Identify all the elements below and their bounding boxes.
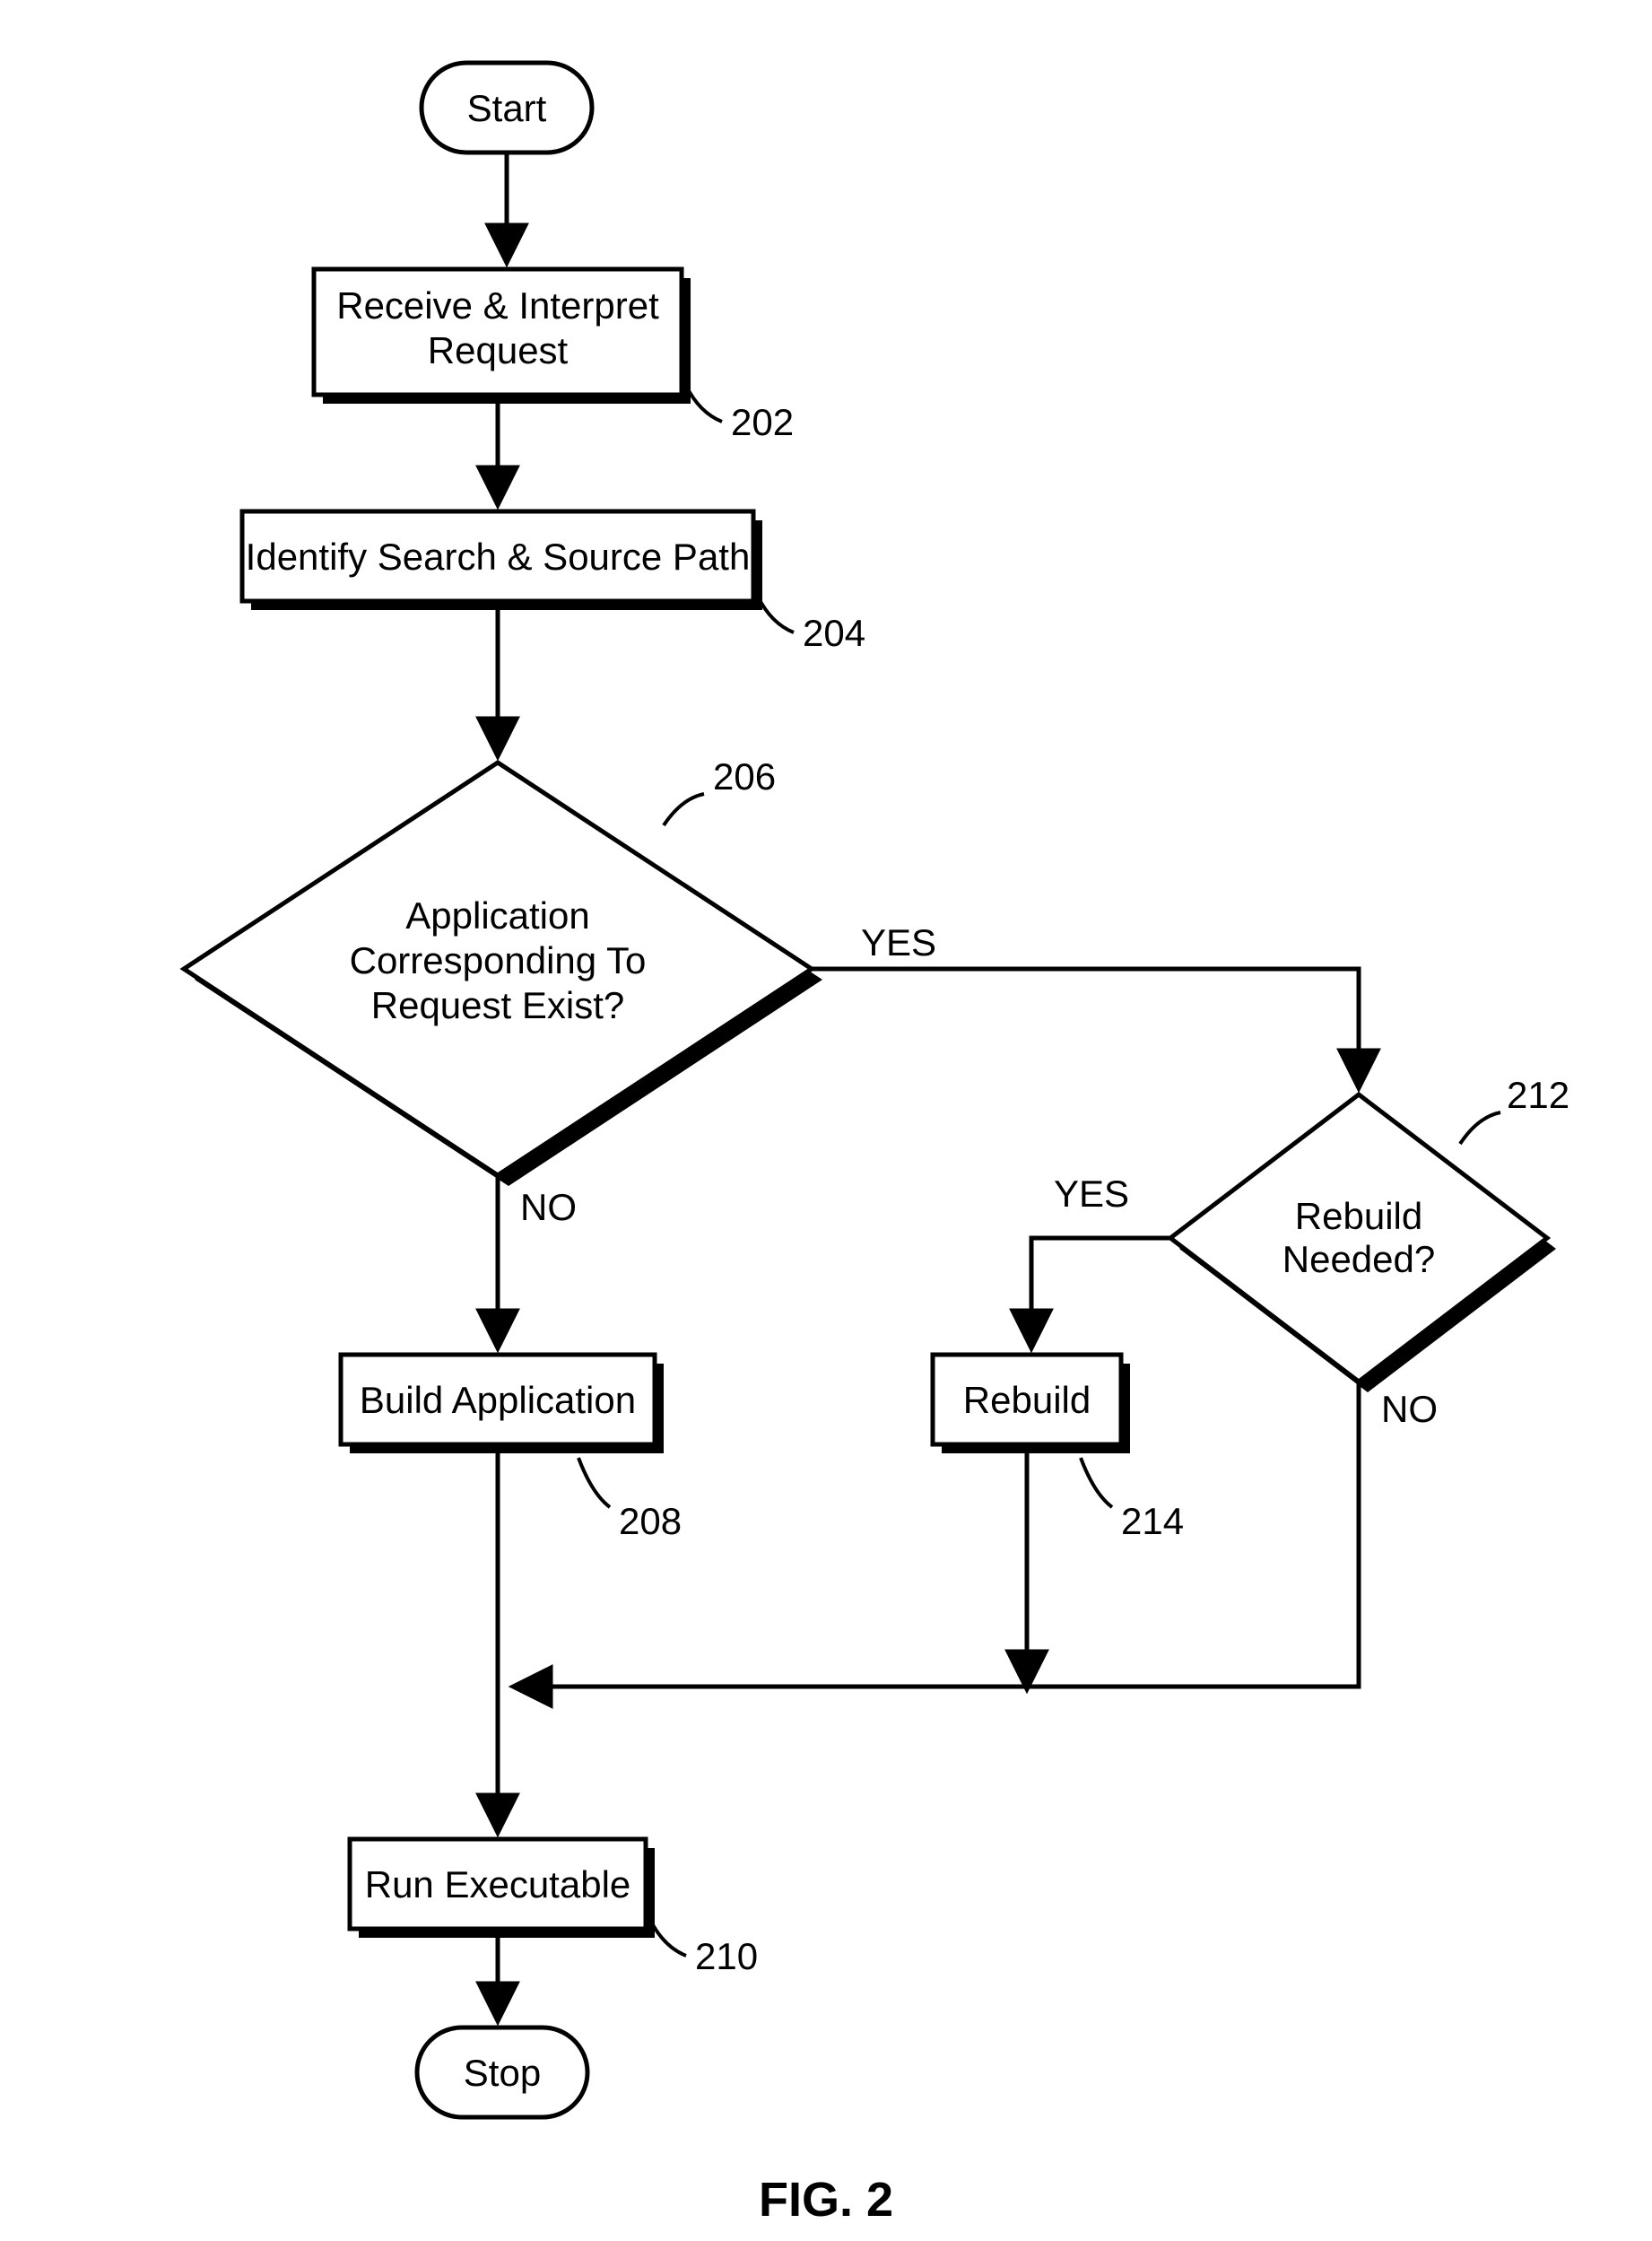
start-terminator: Start <box>422 63 592 153</box>
ref-210-leader <box>650 1920 686 1956</box>
edge-206-yes-label: YES <box>861 921 936 964</box>
node-206-line1: Application <box>405 894 589 937</box>
ref-202-leader <box>686 386 722 422</box>
node-202-line2: Request <box>428 329 569 371</box>
node-206: Application Corresponding To Request Exi… <box>184 763 822 1186</box>
ref-206: 206 <box>713 755 776 798</box>
node-212-line2: Needed? <box>1282 1238 1435 1280</box>
edge-212-to-214 <box>1031 1238 1170 1346</box>
node-214: Rebuild <box>933 1355 1130 1453</box>
ref-204-leader <box>758 597 794 632</box>
node-214-line1: Rebuild <box>963 1379 1091 1421</box>
ref-214-leader <box>1081 1458 1112 1507</box>
edge-212-yes-label: YES <box>1054 1173 1129 1215</box>
node-212: Rebuild Needed? <box>1170 1094 1556 1392</box>
ref-214: 214 <box>1121 1500 1184 1542</box>
node-206-line3: Request Exist? <box>371 984 624 1026</box>
node-210-line1: Run Executable <box>365 1863 631 1905</box>
node-206-line2: Corresponding To <box>350 939 647 981</box>
ref-208: 208 <box>619 1500 682 1542</box>
edge-206-to-212 <box>812 969 1359 1086</box>
ref-212-leader <box>1460 1112 1500 1144</box>
start-label: Start <box>467 87 547 129</box>
ref-206-leader <box>664 794 704 825</box>
figure-caption: FIG. 2 <box>759 2173 893 2227</box>
ref-212: 212 <box>1507 1074 1569 1116</box>
ref-204: 204 <box>803 612 865 654</box>
edge-212-no-label: NO <box>1381 1388 1438 1430</box>
node-208-line1: Build Application <box>360 1379 636 1421</box>
node-208: Build Application <box>341 1355 664 1453</box>
node-210: Run Executable <box>350 1839 655 1938</box>
edge-206-no-label: NO <box>520 1186 577 1228</box>
node-204: Identify Search & Source Path <box>242 511 762 610</box>
node-212-line1: Rebuild <box>1295 1195 1422 1237</box>
node-202: Receive & Interpret Request <box>314 269 691 404</box>
node-204-line1: Identify Search & Source Path <box>246 536 751 578</box>
node-202-line1: Receive & Interpret <box>336 284 659 327</box>
ref-202: 202 <box>731 401 794 443</box>
ref-210: 210 <box>695 1935 758 1977</box>
ref-208-leader <box>578 1458 610 1507</box>
stop-terminator: Stop <box>417 2027 587 2117</box>
stop-label: Stop <box>464 2052 541 2094</box>
